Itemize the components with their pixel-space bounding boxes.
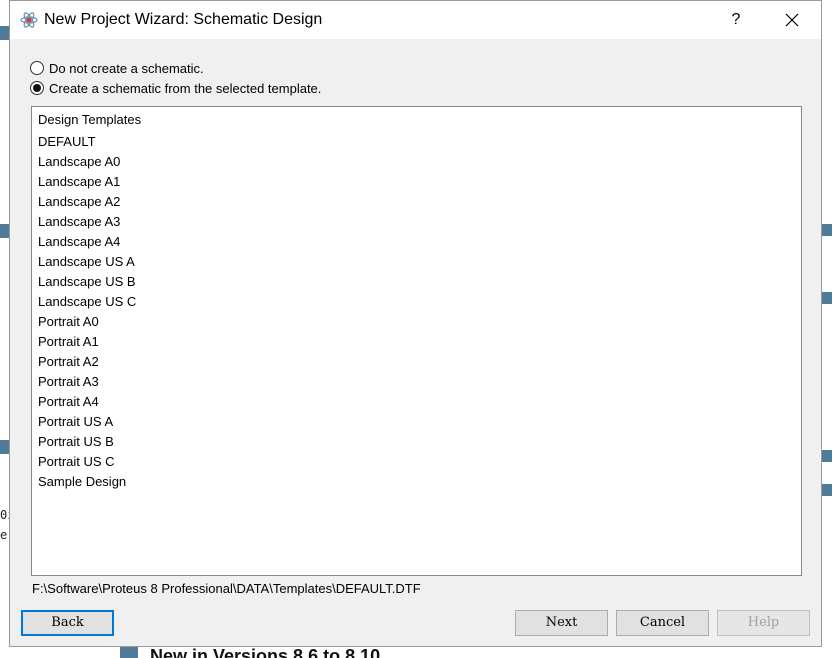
template-list-item[interactable]: Landscape A2 [38,193,136,213]
background-strip [0,440,9,454]
background-app-right [822,0,832,658]
template-list-item[interactable]: Landscape A0 [38,153,136,173]
close-icon [785,13,799,27]
from-template-option[interactable]: Create a schematic from the selected tem… [30,79,321,97]
background-strip [0,224,9,238]
template-list-item[interactable]: Portrait US A [38,413,136,433]
template-list-item[interactable]: Portrait A1 [38,333,136,353]
background-strip [822,450,832,462]
template-list-item[interactable]: Portrait A0 [38,313,136,333]
help-button: Help [717,610,810,636]
design-templates-list[interactable]: Design Templates DEFAULT Landscape A0 Land… [31,106,802,576]
title-bar: New Project Wizard: Schematic Design ? [10,1,821,39]
background-app-bottom: New in Versions 8.6 to 8.10 [9,647,822,658]
next-button[interactable]: Next [515,610,608,636]
close-button[interactable] [776,7,808,33]
template-list-item[interactable]: Landscape US B [38,273,136,293]
back-button[interactable]: Back [21,610,114,636]
template-list-item[interactable]: DEFAULT [38,133,136,153]
list-header: Design Templates [38,112,142,127]
template-list-item[interactable]: Landscape A3 [38,213,136,233]
new-project-wizard-dialog: New Project Wizard: Schematic Design ? D… [9,0,822,647]
radio-label: Do not create a schematic. [49,60,204,76]
template-list-item[interactable]: Landscape US C [38,293,136,313]
template-list-item[interactable]: Landscape A1 [38,173,136,193]
radio-button[interactable] [30,61,44,75]
background-heading: New in Versions 8.6 to 8.10 [150,647,381,658]
template-path: F:\Software\Proteus 8 Professional\DATA\… [32,581,421,596]
proteus-app-icon [20,12,38,28]
radio-label: Create a schematic from the selected tem… [49,80,322,96]
template-items: DEFAULT Landscape A0 Landscape A1 Landscape… [38,133,136,493]
template-list-item[interactable]: Landscape US A [38,253,136,273]
background-strip [822,224,832,236]
radio-button-selected[interactable] [30,81,44,95]
background-app-left: 0i e [0,0,14,658]
help-title-button[interactable]: ? [720,7,752,33]
template-list-item[interactable]: Portrait US C [38,453,136,473]
template-list-item[interactable]: Sample Design [38,473,136,493]
background-strip [822,292,832,304]
template-list-item[interactable]: Landscape A4 [38,233,136,253]
template-list-item[interactable]: Portrait A2 [38,353,136,373]
template-list-item[interactable]: Portrait US B [38,433,136,453]
background-strip [120,647,138,658]
template-list-item[interactable]: Portrait A3 [38,373,136,393]
cancel-button[interactable]: Cancel [616,610,709,636]
no-schematic-option[interactable]: Do not create a schematic. [30,59,204,77]
dialog-title: New Project Wizard: Schematic Design [44,11,323,28]
background-strip [822,484,832,496]
background-text: e [0,528,8,542]
template-list-item[interactable]: Portrait A4 [38,393,136,413]
background-strip [0,26,9,40]
